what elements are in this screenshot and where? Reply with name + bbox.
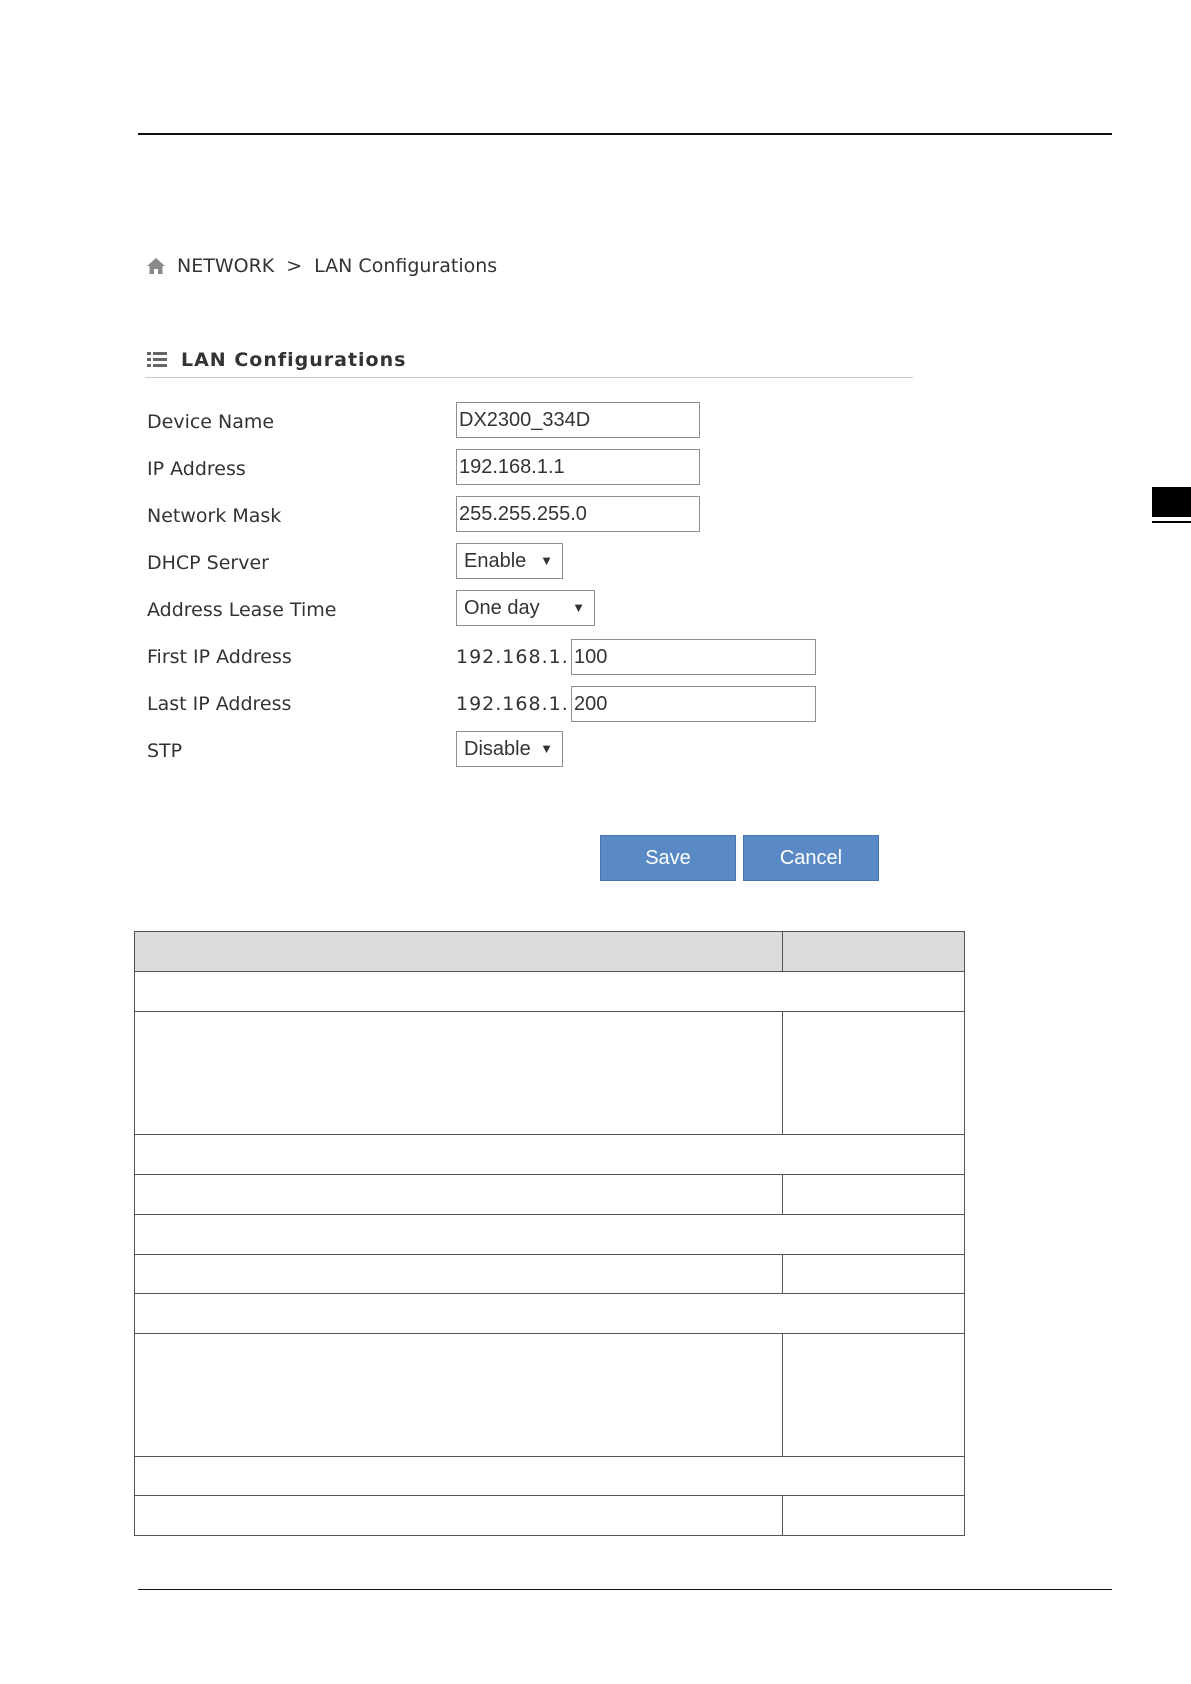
ip-address-input[interactable]: 192.168.1.1 bbox=[456, 449, 700, 485]
dhcp-server-select[interactable]: Enable ▼ bbox=[456, 543, 563, 579]
last-ip-prefix: 192.168.1. bbox=[456, 693, 569, 715]
lease-time-value: One day bbox=[464, 597, 540, 619]
table-row bbox=[134, 1495, 965, 1536]
last-ip-input[interactable]: 200 bbox=[571, 686, 816, 722]
network-mask-input[interactable]: 255.255.255.0 bbox=[456, 496, 700, 532]
cancel-button[interactable]: Cancel bbox=[743, 835, 879, 881]
table-row bbox=[134, 1174, 965, 1215]
breadcrumb-separator: > bbox=[286, 255, 303, 277]
table-row bbox=[134, 1333, 965, 1457]
table-row bbox=[134, 1214, 965, 1255]
last-ip-label: Last IP Address bbox=[147, 693, 292, 715]
chapter-tab-marker bbox=[1152, 487, 1191, 517]
device-name-label: Device Name bbox=[147, 411, 275, 433]
table-row bbox=[134, 1456, 965, 1496]
network-mask-label: Network Mask bbox=[147, 505, 282, 527]
save-button[interactable]: Save bbox=[600, 835, 736, 881]
parameter-table bbox=[134, 931, 965, 1536]
caret-down-icon: ▼ bbox=[540, 741, 553, 756]
stp-select[interactable]: Disable ▼ bbox=[456, 731, 563, 767]
first-ip-input[interactable]: 100 bbox=[571, 639, 816, 675]
table-row bbox=[134, 971, 965, 1012]
first-ip-prefix: 192.168.1. bbox=[456, 646, 569, 668]
header-rule bbox=[138, 133, 1112, 135]
device-name-input[interactable]: DX2300_334D bbox=[456, 402, 700, 438]
first-ip-label: First IP Address bbox=[147, 646, 292, 668]
table-row bbox=[134, 1134, 965, 1175]
list-icon bbox=[147, 352, 167, 367]
table-row bbox=[134, 1011, 965, 1135]
home-icon[interactable] bbox=[145, 255, 167, 277]
table-row bbox=[134, 1293, 965, 1334]
breadcrumb-network[interactable]: NETWORK bbox=[177, 255, 274, 277]
chapter-tab-underline bbox=[1152, 521, 1191, 523]
dhcp-server-label: DHCP Server bbox=[147, 552, 269, 574]
lease-time-select[interactable]: One day ▼ bbox=[456, 590, 595, 626]
section-title: LAN Configurations bbox=[181, 349, 407, 371]
section-header: LAN Configurations bbox=[147, 346, 406, 374]
stp-label: STP bbox=[147, 740, 183, 762]
section-divider bbox=[145, 377, 913, 378]
caret-down-icon: ▼ bbox=[572, 600, 585, 615]
lease-time-label: Address Lease Time bbox=[147, 599, 337, 621]
ip-address-label: IP Address bbox=[147, 458, 246, 480]
table-header-row bbox=[134, 931, 965, 972]
breadcrumb-current: LAN Configurations bbox=[314, 255, 498, 277]
stp-value: Disable bbox=[464, 738, 531, 760]
dhcp-server-value: Enable bbox=[464, 550, 527, 572]
breadcrumb: NETWORK > LAN Configurations bbox=[145, 253, 497, 279]
caret-down-icon: ▼ bbox=[540, 553, 553, 568]
table-row bbox=[134, 1254, 965, 1294]
footer-rule bbox=[138, 1589, 1112, 1590]
